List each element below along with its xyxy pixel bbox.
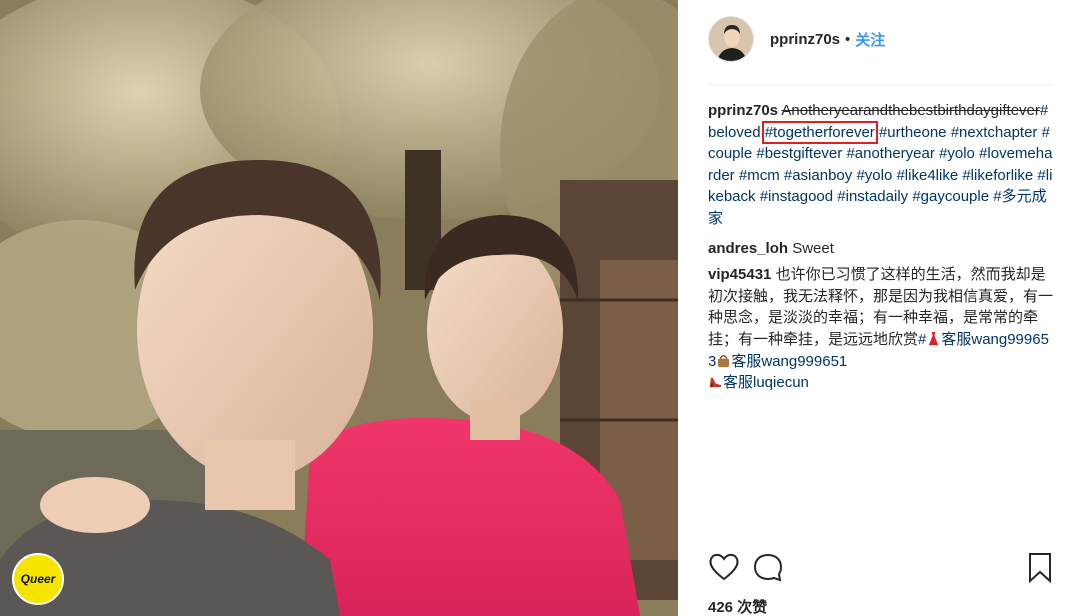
caption-username[interactable]: pprinz70s (708, 102, 778, 119)
hashtag[interactable]: #mcm (739, 167, 780, 184)
avatar[interactable] (708, 16, 754, 62)
comments-list: pprinz70s Anotheryearandthebestbirthdayg… (708, 100, 1054, 399)
post-header: pprinz70s • 关注 (708, 14, 1054, 64)
photo-illustration (0, 0, 678, 616)
post-author[interactable]: pprinz70s (770, 31, 840, 48)
handbag-emoji-icon (718, 354, 730, 367)
spam-link[interactable]: 客服luqiecun (723, 374, 809, 391)
hashtag[interactable]: #instagood (760, 188, 833, 205)
heart-icon[interactable] (708, 552, 740, 582)
spam-link[interactable]: 客服wang999651 (731, 353, 847, 370)
caption: pprinz70s Anotheryearandthebestbirthdayg… (708, 100, 1054, 230)
hashtag-highlighted[interactable]: #togetherforever (761, 120, 878, 144)
hashtag[interactable]: #likeforlike (962, 167, 1033, 184)
hashtag[interactable]: #anotheryear (846, 145, 934, 162)
hashtag[interactable]: #asianboy (784, 167, 852, 184)
header-divider (708, 84, 1054, 85)
hashtag[interactable]: #yolo (856, 167, 892, 184)
likes-count[interactable]: 426 次赞 (708, 596, 767, 616)
dress-emoji-icon (929, 331, 939, 345)
separator-dot: • (845, 30, 851, 48)
hashtag[interactable]: #yolo (939, 145, 975, 162)
comment-text: Sweet (792, 239, 834, 257)
hashtag[interactable]: #gaycouple (912, 188, 989, 205)
queer-badge: Queer (12, 553, 64, 605)
action-bar (708, 552, 1054, 584)
hashtag-prefix[interactable]: # (918, 331, 926, 348)
comment-item: andres_loh Sweet (708, 238, 1054, 260)
hashtag[interactable]: #like4like (896, 167, 958, 184)
bookmark-icon[interactable] (1026, 552, 1054, 584)
hashtag[interactable]: #bestgiftever (756, 145, 842, 162)
comment-item: vip45431 也许你已习惯了这样的生活，然而我却是初次接触，我无法释怀，那是… (708, 264, 1054, 394)
hashtag[interactable]: #instadaily (837, 188, 908, 205)
hashtag[interactable]: #urtheone (879, 124, 947, 141)
comment-icon[interactable] (752, 552, 784, 582)
caption-struck-text: Anotheryearandthebestbirthdaygiftever (781, 102, 1040, 119)
comment-username[interactable]: andres_loh (708, 240, 788, 257)
comment-username[interactable]: vip45431 (708, 266, 771, 283)
high-heel-emoji-icon (709, 377, 722, 388)
hashtag[interactable]: #nextchapter (951, 124, 1038, 141)
post-photo[interactable]: Queer (0, 0, 678, 616)
avatar-image (709, 17, 753, 61)
follow-button[interactable]: 关注 (855, 29, 885, 50)
post-sidebar: pprinz70s • 关注 pprinz70s Anotheryearandt… (678, 0, 1080, 616)
